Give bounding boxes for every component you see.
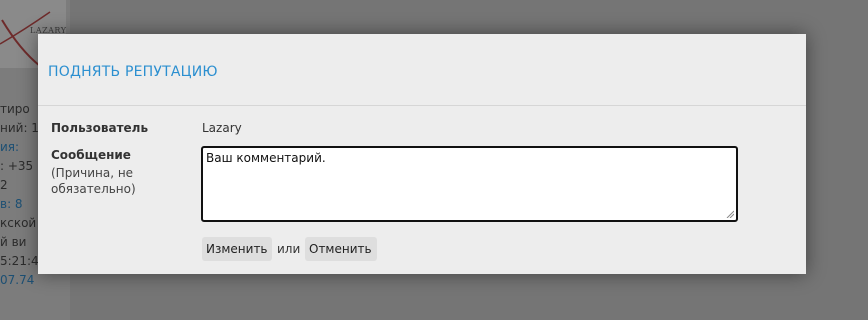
reputation-dialog: ПОДНЯТЬ РЕПУТАЦИЮ Пользователь Lazary Со… <box>38 34 806 274</box>
background-line: ний: 1 <box>0 121 39 135</box>
background-profile-info: тиро ний: 1 ия: : +35 2 в: 8 кской й ви … <box>0 100 40 290</box>
divider <box>38 105 806 106</box>
background-line: 2 <box>0 178 8 192</box>
background-line: в: 8 <box>0 197 23 211</box>
comment-textarea[interactable]: Ваш комментарий. <box>201 146 738 222</box>
message-label: Сообщение <box>51 148 131 162</box>
dialog-title: ПОДНЯТЬ РЕПУТАЦИЮ <box>48 64 218 80</box>
background-line: тиро <box>0 102 30 116</box>
background-line: кской <box>0 216 37 230</box>
background-line: 5:21:4 <box>0 254 39 268</box>
or-text: или <box>277 242 301 256</box>
cancel-button[interactable]: Отменить <box>305 237 377 261</box>
background-line: й ви <box>0 235 27 249</box>
user-label: Пользователь <box>51 121 149 135</box>
comment-text: Ваш комментарий. <box>206 151 326 165</box>
background-line: 07.74 <box>0 273 35 287</box>
user-value: Lazary <box>202 121 242 135</box>
resize-grip-icon[interactable] <box>726 210 734 218</box>
background-line: : +35 <box>0 159 34 173</box>
background-line: ия: <box>0 140 20 154</box>
change-button[interactable]: Изменить <box>202 237 272 261</box>
message-hint: (Причина, не обязательно) <box>51 166 136 196</box>
